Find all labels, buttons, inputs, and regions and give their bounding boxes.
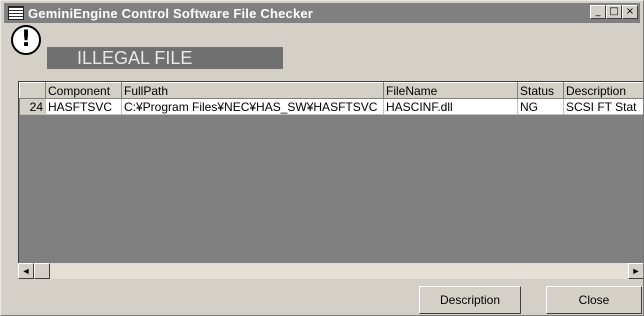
header-row: Component FullPath FileName Status Descr… bbox=[19, 82, 643, 99]
column-header-fullpath[interactable]: FullPath bbox=[121, 82, 384, 99]
component-cell[interactable]: HASFTSVC bbox=[45, 98, 122, 115]
window-title: GeminiEngine Control Software File Check… bbox=[28, 5, 314, 21]
maximize-button[interactable]: □ bbox=[606, 5, 622, 19]
column-header-filename[interactable]: FileName bbox=[383, 82, 518, 99]
close-button[interactable]: Close bbox=[546, 286, 642, 314]
scroll-right-button[interactable]: ► bbox=[628, 263, 643, 279]
title-bar: GeminiEngine Control Software File Check… bbox=[4, 3, 640, 23]
results-table: Component FullPath FileName Status Descr… bbox=[19, 82, 643, 115]
close-window-button[interactable]: × bbox=[622, 5, 638, 19]
description-cell[interactable]: SCSI FT Stat bbox=[563, 98, 643, 115]
column-header-component[interactable]: Component bbox=[45, 82, 122, 99]
status-cell[interactable]: NG bbox=[517, 98, 564, 115]
filename-cell[interactable]: HASCINF.dll bbox=[383, 98, 518, 115]
row-number-cell: 24 bbox=[19, 98, 46, 115]
window-controls: _ □ × bbox=[590, 5, 638, 19]
exclamation-icon: ! bbox=[11, 25, 41, 55]
file-grid[interactable]: Component FullPath FileName Status Descr… bbox=[18, 81, 643, 267]
column-header-status[interactable]: Status bbox=[517, 82, 564, 99]
scrollbar-thumb[interactable] bbox=[34, 263, 50, 279]
description-button[interactable]: Description bbox=[419, 286, 521, 314]
app-icon bbox=[8, 6, 24, 20]
column-header-description[interactable]: Description bbox=[563, 82, 643, 99]
horizontal-scrollbar[interactable]: ◄ ► bbox=[18, 263, 643, 279]
column-header-rownum[interactable] bbox=[19, 82, 46, 99]
minimize-button[interactable]: _ bbox=[590, 5, 606, 19]
file-checker-window: GeminiEngine Control Software File Check… bbox=[0, 0, 644, 316]
status-banner: ILLEGAL FILE bbox=[47, 47, 283, 69]
fullpath-cell[interactable]: C:¥Program Files¥NEC¥HAS_SW¥HASFTSVC bbox=[121, 98, 384, 115]
scroll-left-button[interactable]: ◄ bbox=[18, 263, 34, 279]
table-row[interactable]: 24 HASFTSVC C:¥Program Files¥NEC¥HAS_SW¥… bbox=[19, 98, 643, 115]
